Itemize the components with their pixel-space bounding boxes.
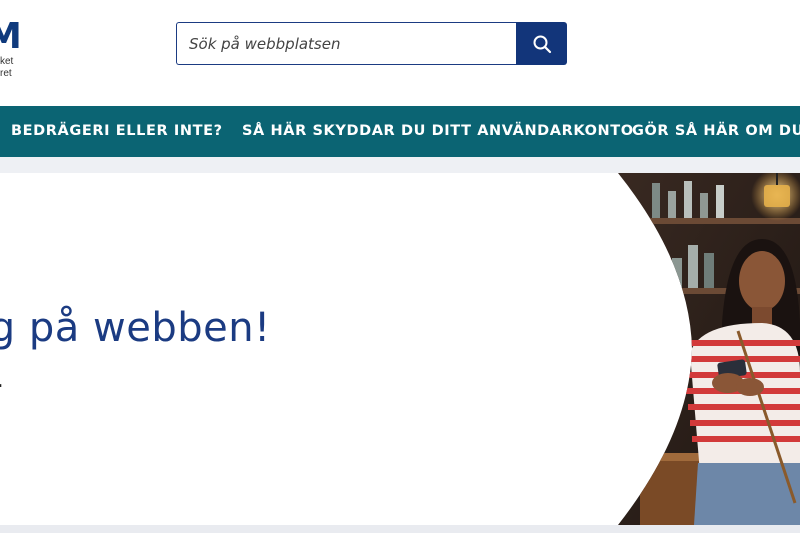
bottom-divider [0,525,800,533]
divider-strip [0,157,800,173]
site-header: M ket ret [0,0,800,106]
hero-banner: tig på webben! t. [0,173,800,525]
hero-heading: tig på webben! [0,305,271,351]
search-input[interactable] [176,22,516,65]
logo-text-line-1: ket [0,56,14,67]
search-button[interactable] [516,22,567,65]
nav-item-bedrageri[interactable]: BEDRÄGERI ELLER INTE? [11,106,223,157]
site-logo[interactable]: M [0,16,22,57]
nav-item-skydda-konto[interactable]: SÅ HÄR SKYDDAR DU DITT ANVÄNDARKONTO [242,106,634,157]
logo-text-line-2: ret [0,68,12,79]
main-navigation: BEDRÄGERI ELLER INTE? SÅ HÄR SKYDDAR DU … [0,106,800,157]
search-icon [533,35,551,53]
hero-subheading: t. [0,373,3,391]
nav-item-gor-sa-har[interactable]: GÖR SÅ HÄR OM DU H [632,106,800,157]
